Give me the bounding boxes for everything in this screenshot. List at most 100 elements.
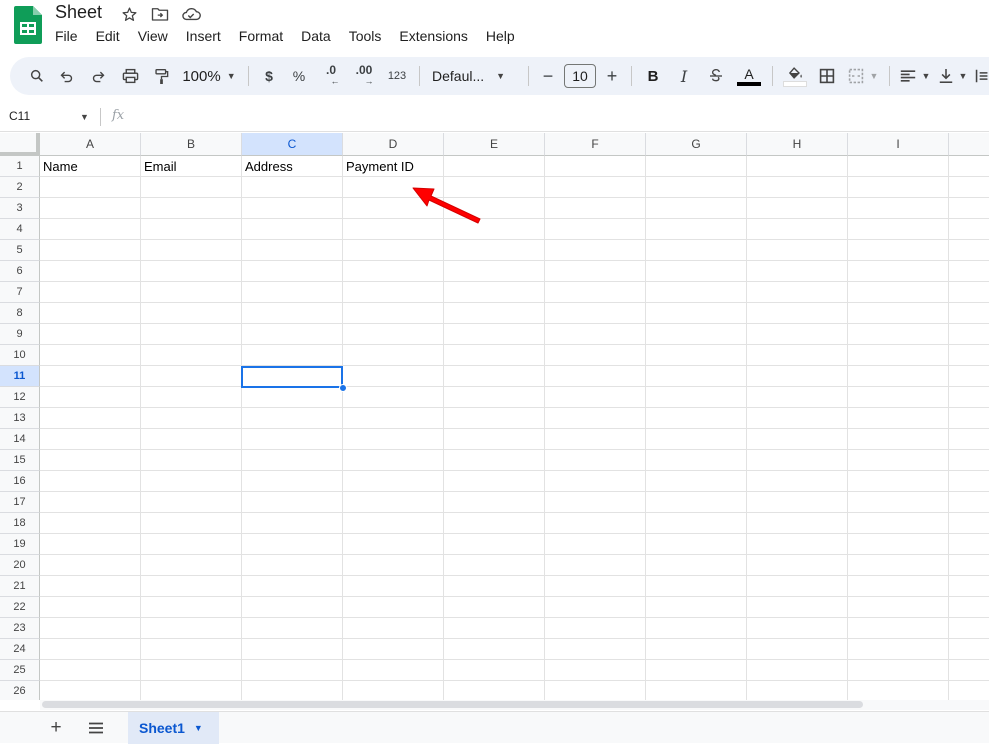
row-header[interactable]: 24 [0,639,40,660]
zoom-select[interactable]: 100% ▼ [176,62,242,90]
row-header[interactable]: 12 [0,387,40,408]
percent-format-button[interactable]: % [283,62,315,90]
row-header[interactable]: 3 [0,198,40,219]
strikethrough-button[interactable] [700,62,732,90]
menu-data[interactable]: Data [292,27,340,45]
decrease-decimal-label: .0 [325,63,336,77]
menu-format[interactable]: Format [230,27,292,45]
move-to-folder-icon[interactable] [149,4,171,24]
cell-a1[interactable]: Name [40,156,144,177]
print-button[interactable] [114,62,146,90]
bold-button[interactable]: B [638,62,668,90]
increase-decimal-label: .00 [355,63,373,77]
chevron-down-icon: ▼ [869,71,879,81]
search-menus-button[interactable] [24,62,50,90]
merge-cells-button[interactable]: ▼ [843,62,883,90]
menu-edit[interactable]: Edit [87,27,129,45]
cell-area[interactable]: Name Email Address Payment ID [40,156,989,700]
scrollbar-thumb[interactable] [42,701,863,708]
menu-extensions[interactable]: Extensions [390,27,476,45]
text-wrap-icon [975,69,988,83]
column-header-i[interactable]: I [848,133,949,156]
toolbar-divider [631,66,632,86]
fill-handle[interactable] [339,384,347,392]
active-cell-c11[interactable] [241,366,343,388]
row-header[interactable]: 26 [0,681,40,700]
cell-d1[interactable]: Payment ID [343,156,447,177]
fill-color-button[interactable] [779,62,811,90]
column-header-e[interactable]: E [444,133,545,156]
formula-input[interactable] [140,108,980,126]
cell-b1[interactable]: Email [141,156,245,177]
italic-button[interactable]: I [668,62,700,90]
row-header[interactable]: 7 [0,282,40,303]
menu-help[interactable]: Help [477,27,524,45]
horizontal-scrollbar[interactable] [40,700,989,710]
merge-cells-icon [848,68,863,84]
row-header[interactable]: 21 [0,576,40,597]
row-header[interactable]: 2 [0,177,40,198]
font-family-select[interactable]: Defaul... ▼ [426,62,522,90]
menu-tools[interactable]: Tools [340,27,391,45]
horizontal-align-button[interactable]: ▼ [896,62,934,90]
document-title[interactable]: Sheet [55,2,102,23]
menu-view[interactable]: View [129,27,177,45]
star-icon[interactable] [118,4,140,24]
row-header[interactable]: 6 [0,261,40,282]
fill-color-swatch [783,80,807,87]
decrease-font-size-button[interactable]: − [535,62,561,90]
undo-button[interactable] [50,62,82,90]
row-header[interactable]: 16 [0,471,40,492]
row-header[interactable]: 10 [0,345,40,366]
row-header[interactable]: 22 [0,597,40,618]
row-header[interactable]: 9 [0,324,40,345]
row-header[interactable]: 19 [0,534,40,555]
more-formats-button[interactable]: 123 [381,62,413,90]
row-header[interactable]: 4 [0,219,40,240]
column-header-d[interactable]: D [343,133,444,156]
row-header[interactable]: 20 [0,555,40,576]
add-sheet-button[interactable]: + [45,717,67,739]
column-header-a[interactable]: A [40,133,141,156]
row-header[interactable]: 23 [0,618,40,639]
column-header-j[interactable] [949,133,989,156]
row-header[interactable]: 1 [0,156,40,177]
name-box[interactable]: C11 [9,109,30,123]
sheets-logo-icon[interactable] [14,6,42,44]
row-header[interactable]: 18 [0,513,40,534]
row-header[interactable]: 8 [0,303,40,324]
row-header[interactable]: 14 [0,429,40,450]
text-wrapping-button[interactable] [972,62,989,90]
menu-file[interactable]: File [46,27,87,45]
vertical-align-button[interactable]: ▼ [934,62,972,90]
currency-format-button[interactable]: $ [255,62,283,90]
paint-format-button[interactable] [146,62,176,90]
column-header-c[interactable]: C [242,133,343,156]
chevron-down-icon[interactable]: ▼ [80,112,89,122]
cloud-status-icon[interactable] [180,4,202,24]
borders-button[interactable] [811,62,843,90]
chevron-down-icon: ▼ [496,71,506,81]
row-header[interactable]: 25 [0,660,40,681]
row-header-selected[interactable]: 11 [0,366,40,387]
row-header[interactable]: 13 [0,408,40,429]
increase-decimal-button[interactable]: .00 → [347,62,381,90]
cell-c1[interactable]: Address [242,156,346,177]
menu-insert[interactable]: Insert [177,27,230,45]
chevron-down-icon[interactable]: ▼ [194,723,203,733]
increase-font-size-button[interactable]: + [599,62,625,90]
sheet-tab-active[interactable]: Sheet1 ▼ [128,712,219,744]
row-header[interactable]: 17 [0,492,40,513]
decrease-decimal-button[interactable]: .0 ← [315,62,347,90]
select-all-corner[interactable] [0,133,40,156]
column-header-f[interactable]: F [545,133,646,156]
column-header-g[interactable]: G [646,133,747,156]
text-color-button[interactable]: A [732,62,766,90]
row-header[interactable]: 15 [0,450,40,471]
redo-button[interactable] [82,62,114,90]
column-header-b[interactable]: B [141,133,242,156]
row-header[interactable]: 5 [0,240,40,261]
column-header-h[interactable]: H [747,133,848,156]
all-sheets-button[interactable] [85,717,107,739]
font-size-field[interactable]: 10 [561,62,599,90]
